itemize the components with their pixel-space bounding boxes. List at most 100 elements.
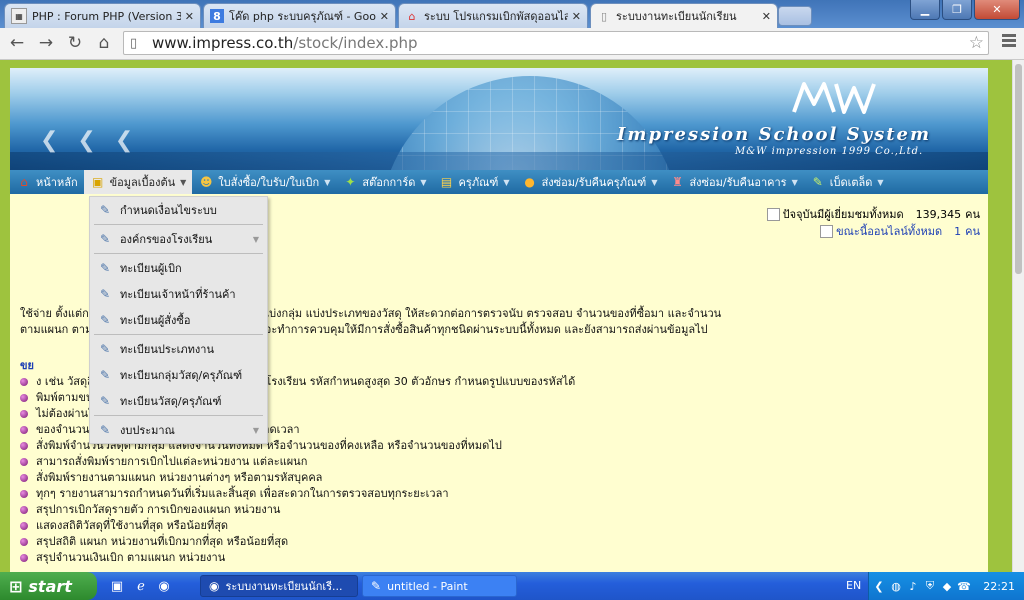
new-tab-button[interactable] <box>778 6 812 26</box>
repair-icon: ● <box>524 175 535 189</box>
menu-item-organization[interactable]: ✎ องค์กรของโรงเรียน ▼ <box>90 226 267 252</box>
windows-logo-icon: ⊞ <box>9 576 23 596</box>
online-count: 1 <box>954 225 962 238</box>
section-heading: ขย <box>20 359 34 372</box>
url-path: /stock/index.php <box>293 34 418 52</box>
building-icon: ♜ <box>672 175 683 189</box>
chevron-down-icon: ▼ <box>651 177 658 187</box>
language-indicator[interactable]: EN <box>846 579 861 592</box>
task-chrome[interactable]: ◉ ระบบงานทะเบียนนักเรี... <box>200 575 358 597</box>
pencil-icon: ✎ <box>99 394 111 408</box>
minimize-icon[interactable]: ▁ <box>910 0 940 20</box>
visitors-unit: คน <box>965 208 980 221</box>
online-label[interactable]: ขณะนี้ออนไลน์ทั้งหมด <box>836 223 942 240</box>
volume-icon[interactable]: ♪ <box>906 579 920 593</box>
desktop-icon[interactable]: ▣ <box>108 577 126 595</box>
browser-tab[interactable]: 8 โค๊ด php ระบบครุภัณฑ์ - Goog ✕ <box>203 3 396 28</box>
nav-stock-card[interactable]: ✦ สต๊อกการ์ด ▼ <box>336 170 432 194</box>
list-item: สรุปสถิติ แผนก หน่วยงานที่เบิกมากที่สุด … <box>20 534 575 550</box>
list-item-text: ทุกๆ รายงานสามารถกำหนดวันที่เริ่มและสิ้น… <box>36 487 449 500</box>
home-icon[interactable]: ⌂ <box>93 33 115 53</box>
page-icon: ▯ <box>130 35 138 51</box>
close-icon[interactable]: ✕ <box>185 10 194 23</box>
tab-title: PHP : Forum PHP (Version 3.0 <box>32 9 181 23</box>
scrollbar-thumb[interactable] <box>1015 64 1022 274</box>
update-icon[interactable]: ◆ <box>940 579 954 593</box>
forward-icon[interactable]: → <box>35 33 57 53</box>
bullet-icon <box>20 474 28 482</box>
nav-basic-data[interactable]: ▣ ข้อมูลเบื้องต้น ▼ <box>83 170 193 194</box>
bullet-icon <box>20 410 28 418</box>
bookmark-star-icon[interactable]: ☆ <box>969 33 984 53</box>
reload-icon[interactable]: ↻ <box>64 33 86 53</box>
menu-item-label: ทะเบียนวัสดุ/ครุภัณฑ์ <box>120 395 222 408</box>
menu-item-material-group-registry[interactable]: ✎ ทะเบียนกลุ่มวัสดุ/ครุภัณฑ์ <box>90 362 267 388</box>
menu-item-vendor-staff-registry[interactable]: ✎ ทะเบียนเจ้าหน้าที่ร้านค้า <box>90 281 267 307</box>
bullet-icon <box>20 506 28 514</box>
address-bar[interactable]: ▯ www.impress.co.th/stock/index.php ☆ <box>123 31 989 55</box>
checkbox-icon <box>766 208 780 221</box>
security-icon[interactable]: ⛨ <box>923 579 937 593</box>
menu-item-label: ทะเบียนเจ้าหน้าที่ร้านค้า <box>120 288 236 301</box>
bullet-icon <box>20 538 28 546</box>
nav-label: หน้าหลัก <box>36 176 78 189</box>
nav-home[interactable]: ⌂ หน้าหลัก <box>10 170 84 194</box>
url-host: www.impress.co.th <box>152 34 294 52</box>
tab-title: โค๊ด php ระบบครุภัณฑ์ - Goog <box>229 10 376 23</box>
chevron-down-icon: ▼ <box>420 177 427 187</box>
online-row: ขณะนี้ออนไลน์ทั้งหมด 1 คน <box>767 223 980 240</box>
menu-item-purchaser-registry[interactable]: ✎ ทะเบียนผู้สั่งซื้อ <box>90 307 267 333</box>
folder-icon: ▣ <box>91 175 104 189</box>
brand-title: Impression School System <box>617 124 932 145</box>
menu-item-system-settings[interactable]: ✎ กำหนดเงื่อนไขระบบ <box>90 197 267 223</box>
chrome-icon: ◉ <box>209 579 220 593</box>
chevron-down-icon: ▼ <box>180 177 187 187</box>
nav-label: เบ็ดเตล็ด <box>829 176 873 189</box>
menu-separator <box>94 334 263 335</box>
bullet-icon <box>20 522 28 530</box>
arrows-graphic: ❮ ❮ ❮ <box>40 128 140 153</box>
nav-orders[interactable]: ☻ ใบสั่งซื้อ/ใบรับ/ใบเบิก ▼ <box>192 170 336 194</box>
browser-tab[interactable]: ⌂ ระบบ โปรแกรมเบิกพัสดุออนไล ✕ <box>398 3 588 28</box>
ie-icon[interactable]: ℯ <box>132 577 150 595</box>
chrome-quicklaunch-icon[interactable]: ◉ <box>155 577 173 595</box>
nav-label: สต๊อกการ์ด <box>362 176 416 189</box>
back-icon[interactable]: ← <box>6 33 28 53</box>
menu-item-label: งบประมาณ <box>120 424 175 437</box>
menu-item-budget[interactable]: ✎ งบประมาณ ▼ <box>90 417 267 443</box>
pencil-icon: ✎ <box>99 261 111 275</box>
menu-item-work-type-registry[interactable]: ✎ ทะเบียนประเภทงาน <box>90 336 267 362</box>
browser-tab-active[interactable]: ▯ ระบบงานทะเบียนนักเรียน ✕ <box>590 3 778 28</box>
menu-item-requester-registry[interactable]: ✎ ทะเบียนผู้เบิก <box>90 255 267 281</box>
list-item-text: สรุปการเบิกวัสดุรายตัว การเบิกของแผนก หน… <box>36 503 281 516</box>
network-icon[interactable]: ◍ <box>889 579 903 593</box>
chrome-menu-icon[interactable] <box>1002 34 1016 49</box>
close-icon[interactable]: ✕ <box>380 10 389 23</box>
nav-assets[interactable]: ▤ ครุภัณฑ์ ▼ <box>433 170 516 194</box>
nav-asset-repair[interactable]: ● ส่งซ่อม/รับคืนครุภัณฑ์ ▼ <box>516 170 664 194</box>
browser-tab[interactable]: ▦ PHP : Forum PHP (Version 3.0 ✕ <box>4 3 201 28</box>
messenger-icon[interactable]: ☎ <box>957 579 971 593</box>
list-item: สั่งพิมพ์รายงานตามแผนก หน่วยงานต่างๆ หรื… <box>20 470 575 486</box>
list-item-text: สามารถสั่งพิมพ์รายการเบิกไปแต่ละหน่วยงาน… <box>36 455 308 468</box>
close-icon[interactable]: ✕ <box>762 10 771 23</box>
vertical-scrollbar[interactable] <box>1012 60 1024 572</box>
tray-expand-icon[interactable]: ❮ <box>872 579 886 593</box>
nav-building-repair[interactable]: ♜ ส่งซ่อม/รับคืนอาคาร ▼ <box>663 170 803 194</box>
list-item: สามารถสั่งพิมพ์รายการเบิกไปแต่ละหน่วยงาน… <box>20 454 575 470</box>
tab-title: ระบบงานทะเบียนนักเรียน <box>616 10 737 23</box>
bullet-icon <box>20 442 28 450</box>
menu-item-label: ทะเบียนประเภทงาน <box>120 343 214 356</box>
pencil-icon: ✎ <box>99 313 111 327</box>
close-icon[interactable]: ✕ <box>572 10 581 23</box>
maximize-icon[interactable]: ❐ <box>942 0 972 20</box>
task-paint[interactable]: ✎ untitled - Paint <box>362 575 517 597</box>
window-close-icon[interactable]: ✕ <box>974 0 1020 20</box>
start-button[interactable]: ⊞ start <box>0 572 97 600</box>
menu-item-material-registry[interactable]: ✎ ทะเบียนวัสดุ/ครุภัณฑ์ <box>90 388 267 414</box>
menu-separator <box>94 415 263 416</box>
list-item-text: สั่งพิมพ์รายงานตามแผนก หน่วยงานต่างๆ หรื… <box>36 471 323 484</box>
pencil-icon: ✎ <box>99 232 111 246</box>
chevron-down-icon: ▼ <box>877 177 884 187</box>
nav-misc[interactable]: ✎ เบ็ดเตล็ด ▼ <box>804 170 890 194</box>
